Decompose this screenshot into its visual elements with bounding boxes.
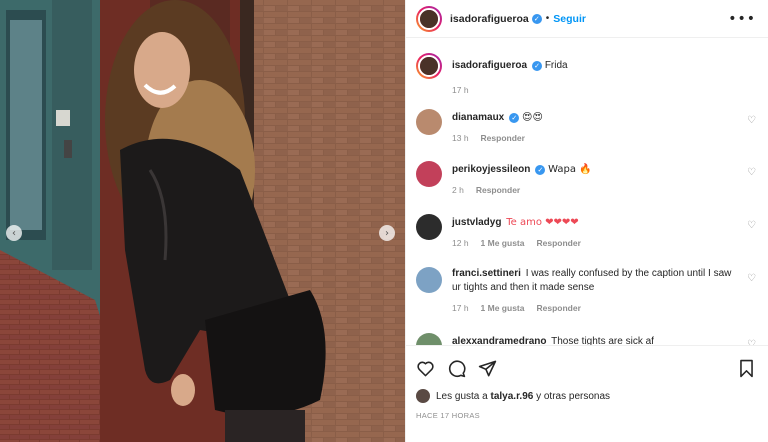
more-icon[interactable]: •••	[728, 11, 756, 27]
comment-icon[interactable]	[447, 359, 466, 378]
heart-icon[interactable]: ♡	[747, 167, 756, 178]
post-actions: Les gusta a talya.r.96 y otras personas …	[406, 345, 768, 420]
post-image	[0, 0, 405, 442]
likes-suffix[interactable]: y otras personas	[536, 391, 610, 402]
comment-likes[interactable]: 1 Me gusta	[481, 303, 525, 313]
comment-time: 2 h	[452, 185, 464, 195]
chevron-left-icon[interactable]: ‹	[6, 225, 22, 241]
caption-text: Frida	[544, 60, 568, 71]
reply-button[interactable]: Responder	[536, 303, 580, 313]
share-icon[interactable]	[478, 359, 497, 378]
caption-username[interactable]: isadorafigueroa	[452, 60, 527, 71]
reply-button[interactable]: Responder	[481, 133, 525, 143]
comment-item: franci.settineri I was really confused b…	[416, 267, 756, 313]
separator: •	[545, 13, 550, 24]
liker-avatar	[416, 389, 430, 403]
heart-icon[interactable]	[416, 359, 435, 378]
verified-icon: ✓	[509, 113, 520, 123]
comment-text: Those tights are sick af	[551, 336, 654, 345]
comment-time: 17 h	[452, 303, 469, 313]
comment-username[interactable]: justvladyg	[452, 217, 501, 228]
liker-username[interactable]: talya.r.96	[491, 391, 534, 402]
comment-username[interactable]: franci.settineri	[452, 268, 521, 279]
comment-item: justvladyg Te amo ❤❤❤❤ 12 h 1 Me gusta R…	[416, 214, 756, 248]
author-avatar[interactable]	[416, 5, 442, 32]
author-avatar[interactable]	[416, 53, 442, 79]
comment-time: 13 h	[452, 133, 469, 143]
post-timestamp: HACE 17 HORAS	[416, 411, 480, 420]
verified-icon: ✓	[535, 165, 546, 175]
reply-button[interactable]: Responder	[476, 185, 520, 195]
comment-time: 12 h	[452, 238, 469, 248]
comment-text: Te amo ❤❤❤❤	[506, 217, 579, 228]
commenter-avatar[interactable]	[416, 161, 442, 187]
chevron-right-icon[interactable]: ›	[379, 225, 395, 241]
caption-row: isadorafigueroa ✓ Frida 17 h	[416, 53, 756, 95]
bookmark-icon[interactable]	[737, 359, 756, 378]
verified-icon: ✓	[532, 61, 543, 71]
comment-text: Wapa 🔥	[548, 164, 592, 175]
comment-username[interactable]: dianamaux	[452, 112, 504, 123]
commenter-avatar[interactable]	[416, 214, 442, 240]
comment-text: 😍😍	[522, 112, 543, 123]
post-side-panel: isadorafigueroa ✓ • Seguir ••• isadorafi…	[405, 0, 768, 442]
likes-summary[interactable]: Les gusta a talya.r.96 y otras personas	[416, 389, 756, 403]
comment-item: perikoyjessileon ✓ Wapa 🔥 2 h Responder ♡	[416, 161, 756, 195]
comment-item: alexxandramedrano Those tights are sick …	[416, 333, 756, 345]
reply-button[interactable]: Responder	[536, 238, 580, 248]
comment-username[interactable]: perikoyjessileon	[452, 164, 530, 175]
heart-icon[interactable]: ♡	[747, 273, 756, 284]
commenter-avatar[interactable]	[416, 333, 442, 345]
comment-username[interactable]: alexxandramedrano	[452, 336, 547, 345]
comment-likes[interactable]: 1 Me gusta	[481, 238, 525, 248]
comment-item: dianamaux ✓ 😍😍 13 h Responder ♡	[416, 109, 756, 143]
post-photo[interactable]: ‹ ›	[0, 0, 405, 442]
post-header: isadorafigueroa ✓ • Seguir •••	[406, 0, 768, 38]
author-username[interactable]: isadorafigueroa	[450, 13, 529, 25]
commenter-avatar[interactable]	[416, 109, 442, 135]
follow-button[interactable]: Seguir	[553, 13, 586, 25]
likes-prefix: Les gusta a	[436, 390, 488, 402]
heart-icon[interactable]: ♡	[747, 115, 756, 126]
commenter-avatar[interactable]	[416, 267, 442, 293]
caption-time: 17 h	[452, 85, 469, 95]
heart-icon[interactable]: ♡	[747, 220, 756, 231]
comments-list[interactable]: isadorafigueroa ✓ Frida 17 h dianamaux ✓ 😍…	[406, 39, 768, 345]
verified-icon: ✓	[531, 13, 542, 24]
